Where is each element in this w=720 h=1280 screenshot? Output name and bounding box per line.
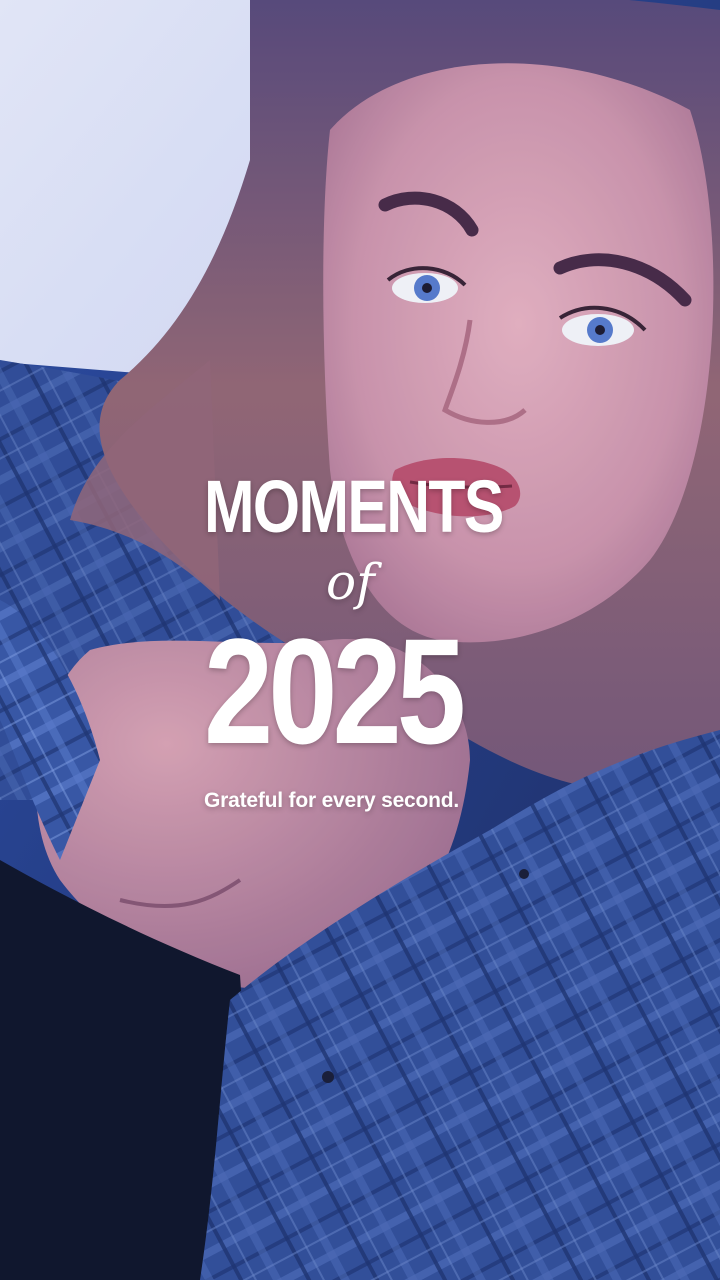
title-year: 2025 [204, 607, 466, 775]
title-moments: MOMENTS [204, 465, 504, 548]
caption-text: Grateful for every second. [204, 789, 460, 812]
title-of: of [326, 553, 375, 611]
story-frame: MOMENTS of 2025 Grateful for every secon… [0, 0, 720, 1280]
